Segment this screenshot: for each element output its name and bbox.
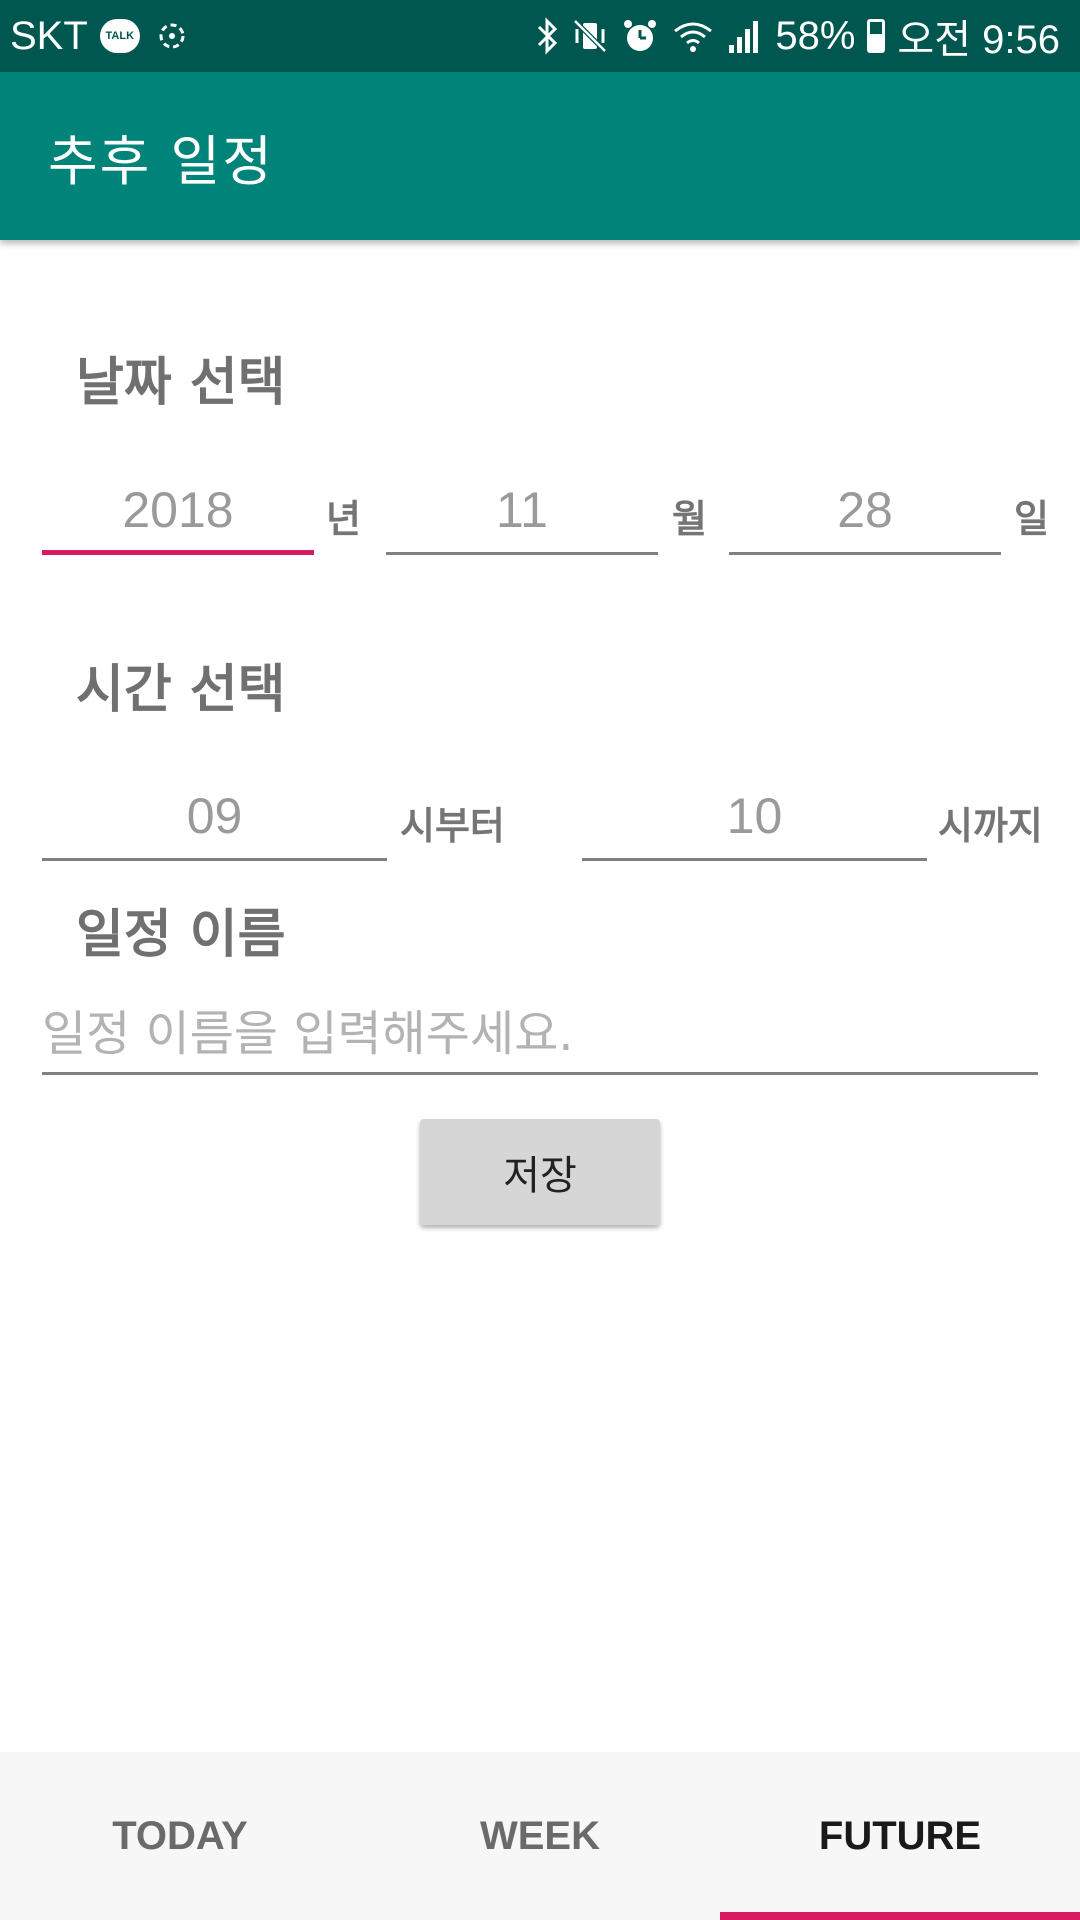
clock: 오전 9:56 <box>897 18 1060 62</box>
schedule-name-input[interactable] <box>42 995 1038 1075</box>
carrier-label: SKT <box>10 13 88 58</box>
name-section-title: 일정 이름 <box>76 905 286 965</box>
app-bar: 추후 일정 <box>0 72 1080 240</box>
battery-icon <box>867 19 886 53</box>
tab-today[interactable]: TODAY <box>0 1752 360 1920</box>
alarm-icon <box>621 17 659 55</box>
day-unit: 일 <box>1014 497 1049 541</box>
month-unit: 월 <box>672 497 707 541</box>
tab-week[interactable]: WEEK <box>360 1752 720 1920</box>
status-bar: SKT TALK 58% 오전 9:56 <box>0 0 1080 72</box>
bluetooth-icon <box>535 17 559 55</box>
start-hour-unit: 시부터 <box>400 804 505 848</box>
end-hour-field[interactable]: 10 <box>582 771 927 861</box>
start-hour-field[interactable]: 09 <box>42 771 387 861</box>
year-field[interactable]: 2018 <box>42 465 314 555</box>
wifi-icon <box>671 17 715 55</box>
end-hour-unit: 시까지 <box>938 804 1043 848</box>
page-title: 추후 일정 <box>48 129 274 193</box>
talk-badge-text: TALK <box>105 30 135 42</box>
date-section-title: 날짜 선택 <box>76 353 286 413</box>
battery-percent: 58% <box>775 13 856 58</box>
bottom-nav: TODAY WEEK FUTURE <box>0 1752 1080 1920</box>
status-left: SKT TALK <box>10 14 192 59</box>
month-field[interactable]: 11 <box>386 465 658 555</box>
signal-icon <box>727 17 763 55</box>
tab-future[interactable]: FUTURE <box>720 1752 1080 1920</box>
vibrate-icon <box>571 17 609 55</box>
year-unit: 년 <box>326 497 361 541</box>
day-field[interactable]: 28 <box>729 465 1001 555</box>
save-button[interactable]: 저장 <box>420 1119 660 1225</box>
sync-icon <box>152 19 192 53</box>
time-section-title: 시간 선택 <box>76 660 286 720</box>
kakaotalk-icon: TALK <box>99 19 140 53</box>
status-right: 58% 오전 9:56 <box>535 7 1060 65</box>
